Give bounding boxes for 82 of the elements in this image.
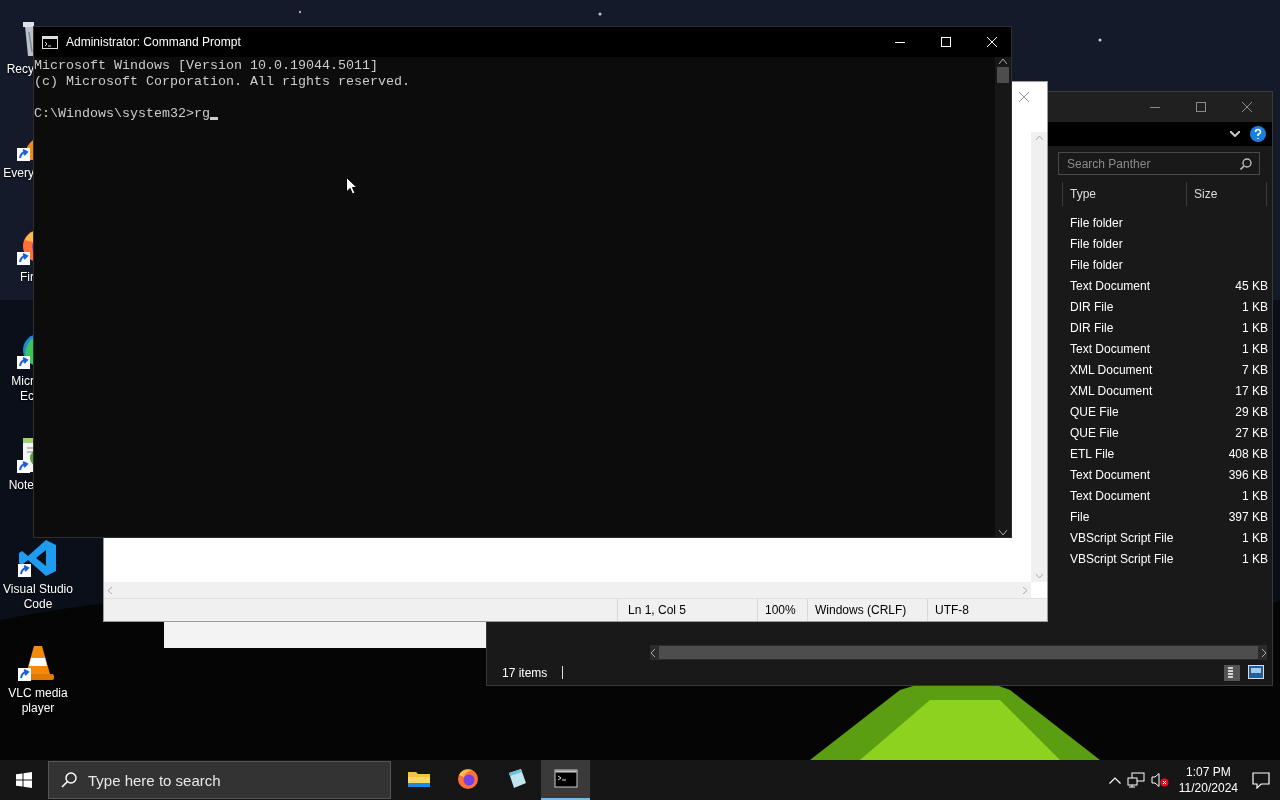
terminal-icon	[553, 767, 578, 791]
windows-logo-icon	[16, 772, 32, 788]
scroll-down-icon[interactable]	[999, 530, 1007, 535]
terminal-icon	[42, 35, 58, 49]
table-cell-text: XML Document	[1069, 362, 1154, 377]
text-cursor	[209, 117, 218, 120]
close-icon	[1019, 92, 1029, 102]
table-cell-text: 408 KB	[1227, 446, 1268, 461]
table-cell-text: File folder	[1069, 236, 1124, 251]
details-view-icon[interactable]	[1224, 664, 1240, 681]
chevron-up-icon[interactable]	[1108, 776, 1121, 784]
column-header[interactable]: Type	[1062, 182, 1187, 206]
table-cell-text: Text Document	[1069, 278, 1152, 293]
scroll-up-icon[interactable]	[999, 59, 1007, 64]
table-cell-text: 7 KB	[1241, 362, 1268, 377]
table-cell-text: 1 KB	[1241, 530, 1268, 545]
console-line: (c) Microsoft Corporation. All rights reserved.	[34, 74, 411, 90]
close-icon	[987, 37, 997, 47]
clock[interactable]: 1:07 PM 11/20/2024	[1178, 764, 1238, 796]
table-cell-text: 1 KB	[1241, 299, 1268, 314]
window-title: Administrator: Command Prompt	[66, 35, 241, 49]
console-line[interactable]: C:\Windows\system32>rg	[34, 106, 210, 122]
search-icon	[61, 772, 77, 788]
table-cell-text: File	[1069, 509, 1091, 524]
scroll-right-icon[interactable]	[1262, 648, 1267, 657]
taskbar-button[interactable]	[541, 760, 590, 800]
icon-label[interactable]: Fir	[0, 270, 34, 285]
close-icon	[1242, 102, 1252, 112]
maximize-icon	[941, 37, 951, 47]
scroll-bar[interactable]	[995, 57, 1011, 537]
table-cell-text: XML Document	[1069, 383, 1154, 398]
table-cell-text: Text Document	[1069, 341, 1152, 356]
status-text: 100%	[757, 599, 807, 621]
status-text: Windows (CRLF)	[807, 599, 927, 621]
thumbnail-view-icon[interactable]	[1248, 664, 1264, 679]
table-cell-text: VBScript Script File	[1069, 530, 1175, 545]
table-cell-text: 396 KB	[1227, 467, 1268, 482]
table-cell-text: 1 KB	[1241, 341, 1268, 356]
table-cell-text: Text Document	[1069, 467, 1152, 482]
status-text: Ln 1, Col 5	[617, 599, 757, 621]
table-cell-text: VBScript Script File	[1069, 551, 1175, 566]
icon-label[interactable]: Recy	[0, 62, 34, 77]
table-cell-text: 45 KB	[1234, 278, 1268, 293]
table-cell-text: 1 KB	[1241, 551, 1268, 566]
table-cell-text: QUE File	[1069, 425, 1120, 440]
item-count: 17 items	[502, 665, 548, 680]
icon-label[interactable]: VLC media player	[8, 686, 68, 716]
speaker-muted-icon[interactable]	[1150, 772, 1169, 788]
table-cell-text: 397 KB	[1227, 509, 1268, 524]
scroll-left-icon[interactable]	[650, 648, 655, 657]
scroll-thumb[interactable]	[997, 67, 1009, 83]
table-cell-text: File folder	[1069, 215, 1124, 230]
table-cell-text: 1 KB	[1241, 488, 1268, 503]
search-field[interactable]: Type here to search	[48, 761, 391, 799]
table-cell-text: ETL File	[1069, 446, 1116, 461]
search-icon[interactable]	[1240, 158, 1252, 170]
maximize-icon	[1196, 102, 1206, 112]
scroll-bar[interactable]	[650, 645, 1267, 660]
console-line: Microsoft Windows [Version 10.0.19044.5011]	[34, 58, 379, 73]
table-cell-text: File folder	[1069, 257, 1124, 272]
code-editor-icon[interactable]	[18, 538, 58, 578]
icon-label[interactable]: Note	[0, 478, 34, 493]
help-icon[interactable]	[1250, 126, 1266, 142]
table-cell-text: 29 KB	[1234, 404, 1268, 419]
icon-label[interactable]: Visual Studio Code	[3, 582, 73, 612]
network-icon[interactable]	[1126, 772, 1145, 788]
pointer-icon	[346, 177, 358, 195]
table-cell-text: DIR File	[1069, 320, 1115, 335]
table-cell-text: 27 KB	[1234, 425, 1268, 440]
status-text: UTF-8	[927, 599, 1047, 621]
icon-label[interactable]: Micr Ec	[0, 374, 34, 404]
table-cell-text: 1 KB	[1241, 320, 1268, 335]
browser-icon	[455, 767, 480, 791]
icon-label[interactable]: Every	[0, 166, 34, 181]
table-cell-text: QUE File	[1069, 404, 1120, 419]
chevron-down-icon[interactable]	[1230, 131, 1240, 137]
table-cell-text: DIR File	[1069, 299, 1115, 314]
table-cell-text: 17 KB	[1234, 383, 1268, 398]
notification-icon[interactable]	[1252, 771, 1270, 789]
column-header[interactable]: Size	[1187, 182, 1267, 206]
search-field[interactable]: Search Panther	[1058, 152, 1260, 175]
table-cell-text: Text Document	[1069, 488, 1152, 503]
